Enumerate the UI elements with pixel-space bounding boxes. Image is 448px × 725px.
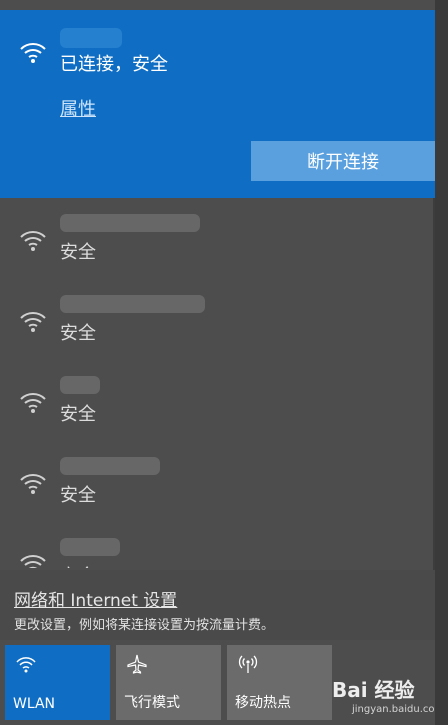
network-list: 安全 安全 安全 安全 [0, 198, 435, 568]
network-name-redacted [60, 295, 205, 313]
network-name-redacted [60, 376, 100, 394]
tile-label: 移动热点 [235, 695, 291, 711]
list-item[interactable]: 安全 [0, 366, 435, 446]
wifi-icon [15, 653, 37, 675]
baidu-jingyan-watermark: Bai 经验 jingyan.baidu.com [332, 674, 448, 725]
network-settings-description: 更改设置，例如将某连接设置为按流量计费。 [14, 618, 275, 633]
network-security: 安全 [60, 404, 96, 425]
network-security: 安全 [60, 562, 96, 568]
wifi-icon [18, 36, 48, 66]
list-item[interactable]: 安全 [0, 204, 435, 284]
wifi-icon [18, 224, 48, 254]
wifi-icon [18, 548, 48, 568]
tile-label: WLAN [13, 696, 56, 712]
disconnect-button[interactable]: 断开连接 [251, 141, 435, 181]
wifi-icon [18, 386, 48, 416]
properties-link[interactable]: 属性 [60, 95, 96, 121]
network-settings-section: 网络和 Internet 设置 更改设置，例如将某连接设置为按流量计费。 [0, 570, 448, 640]
network-security: 安全 [60, 323, 96, 344]
hotspot-icon [237, 653, 259, 675]
connected-network[interactable]: 已连接，安全 属性 断开连接 [0, 10, 435, 198]
wifi-icon [18, 305, 48, 335]
network-settings-link[interactable]: 网络和 Internet 设置 [14, 586, 177, 611]
airplane-icon [126, 653, 148, 675]
network-security: 安全 [60, 485, 96, 506]
network-name-redacted [60, 538, 120, 556]
network-security: 安全 [60, 242, 96, 263]
network-name-redacted [60, 457, 160, 475]
list-item[interactable]: 安全 [0, 285, 435, 365]
flyout-edge [435, 0, 448, 725]
connection-status: 已连接，安全 [60, 54, 168, 75]
mobile-hotspot-tile[interactable]: 移动热点 [227, 645, 332, 720]
wifi-icon [18, 467, 48, 497]
network-name-redacted [60, 214, 200, 232]
network-name-redacted [60, 28, 122, 48]
watermark-url: jingyan.baidu.com [352, 704, 445, 715]
list-item[interactable]: 安全 [0, 528, 435, 568]
watermark-logo: Bai 经验 [332, 678, 415, 702]
tile-label: 飞行模式 [124, 695, 180, 711]
network-flyout: 已连接，安全 属性 断开连接 安全 安全 安全 安全 网络和 Internet … [0, 0, 448, 725]
airplane-mode-tile[interactable]: 飞行模式 [116, 645, 221, 720]
list-item[interactable]: 安全 [0, 447, 435, 527]
wlan-toggle-tile[interactable]: WLAN [5, 645, 110, 720]
